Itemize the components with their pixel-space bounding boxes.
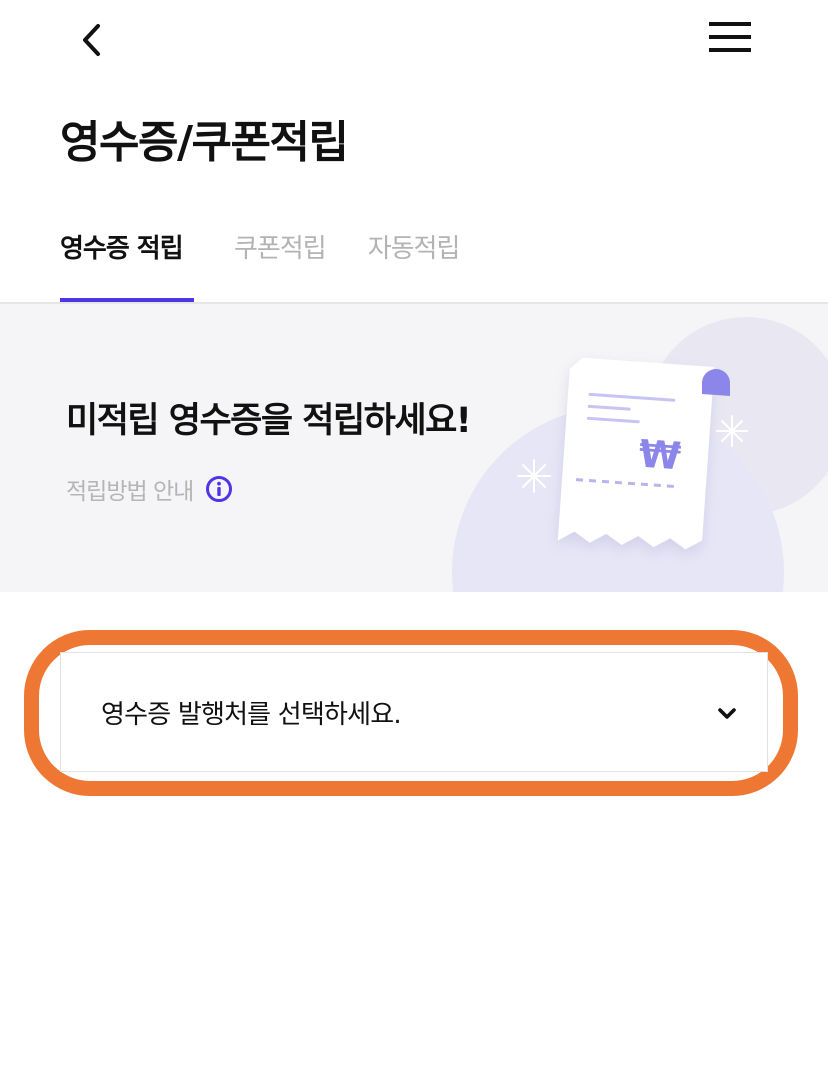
- tab-auto[interactable]: 자동적립: [367, 222, 461, 303]
- info-icon[interactable]: [205, 475, 233, 503]
- guide-link[interactable]: 적립방법 안내: [66, 472, 233, 506]
- issuer-select-label: 영수증 발행처를 선택하세요.: [101, 699, 402, 730]
- tab-receipt-label: 영수증 적립: [60, 234, 184, 264]
- chevron-down-icon: [715, 701, 739, 725]
- guide-link-label: 적립방법 안내: [66, 479, 194, 505]
- receipt-coupon-page: 영수증/쿠폰적립 영수증 적립 쿠폰적립 자동적립 미적립 영수증을 적립하세요…: [0, 0, 828, 1071]
- menu-button[interactable]: [700, 12, 760, 62]
- receipt-illustration: ₩: [452, 317, 828, 592]
- receipt-currency-symbol: ₩: [637, 432, 682, 479]
- promo-banner: 미적립 영수증을 적립하세요! 적립방법 안내 ₩: [0, 304, 828, 592]
- chevron-left-icon: [83, 24, 100, 56]
- hamburger-menu-icon: [709, 22, 751, 52]
- banner-headline: 미적립 영수증을 적립하세요!: [66, 401, 472, 441]
- back-button[interactable]: [70, 16, 114, 64]
- tab-coupon-label: 쿠폰적립: [234, 234, 327, 264]
- tab-bar: 영수증 적립 쿠폰적립 자동적립: [60, 222, 461, 303]
- receipt-issuer-select[interactable]: 영수증 발행처를 선택하세요.: [60, 652, 768, 772]
- tab-auto-label: 자동적립: [367, 234, 461, 264]
- tab-receipt[interactable]: 영수증 적립: [60, 222, 194, 303]
- page-title: 영수증/쿠폰적립: [60, 117, 349, 168]
- tab-coupon[interactable]: 쿠폰적립: [234, 222, 327, 303]
